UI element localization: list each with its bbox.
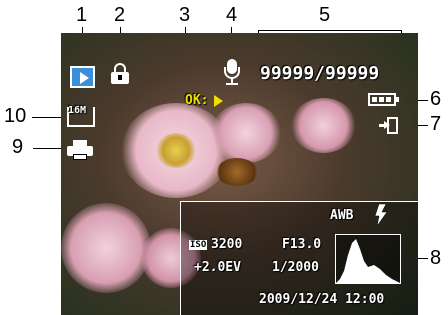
callout-7: 7 <box>430 113 442 135</box>
leader-line-9 <box>33 148 63 149</box>
photo-blossom <box>211 103 281 163</box>
iso-label: ISO <box>189 240 208 250</box>
histogram-graph <box>335 234 401 284</box>
lcd-screen: OK: 99999/99999 16M AWB ISO 3200 F13.0 +… <box>61 33 418 315</box>
callout-4: 4 <box>226 4 238 26</box>
photo-blossom <box>61 203 151 293</box>
resolution-icon: 16M <box>67 105 95 127</box>
histogram-panel: AWB ISO 3200 F13.0 +2.0EV 1/2000 2009/12… <box>180 201 418 315</box>
callout-1: 1 <box>76 4 88 26</box>
photo-bee <box>216 158 258 186</box>
callout-10: 10 <box>4 105 27 127</box>
exposure-comp-value: +2.0EV <box>194 260 241 275</box>
dpof-icon <box>379 117 399 135</box>
callout-2: 2 <box>114 4 126 26</box>
callout-8: 8 <box>430 247 442 269</box>
voice-play-icon <box>214 95 223 107</box>
aperture-value: F13.0 <box>282 237 322 252</box>
resolution-label: 16M <box>68 105 87 116</box>
callout-6: 6 <box>430 88 442 110</box>
photo-blossom <box>291 98 356 153</box>
microphone-icon <box>224 59 240 89</box>
datetime-stamp: 2009/12/24 12:00 <box>259 292 385 307</box>
play-icon <box>70 66 95 88</box>
leader-line-5 <box>258 30 402 31</box>
callout-9: 9 <box>12 136 24 158</box>
photo-blossom-center <box>156 133 196 168</box>
battery-icon <box>368 93 399 106</box>
leader-line-8 <box>418 258 428 259</box>
lock-icon <box>111 63 129 85</box>
shutter-value: 1/2000 <box>272 260 319 275</box>
white-balance-label: AWB <box>330 208 354 223</box>
voice-memo-status: OK: <box>185 93 209 108</box>
flash-icon <box>374 203 388 227</box>
file-counter: 99999/99999 <box>260 63 380 84</box>
printer-icon <box>67 140 93 160</box>
callout-3: 3 <box>179 4 191 26</box>
iso-value: 3200 <box>211 237 243 252</box>
callout-5: 5 <box>319 4 331 26</box>
